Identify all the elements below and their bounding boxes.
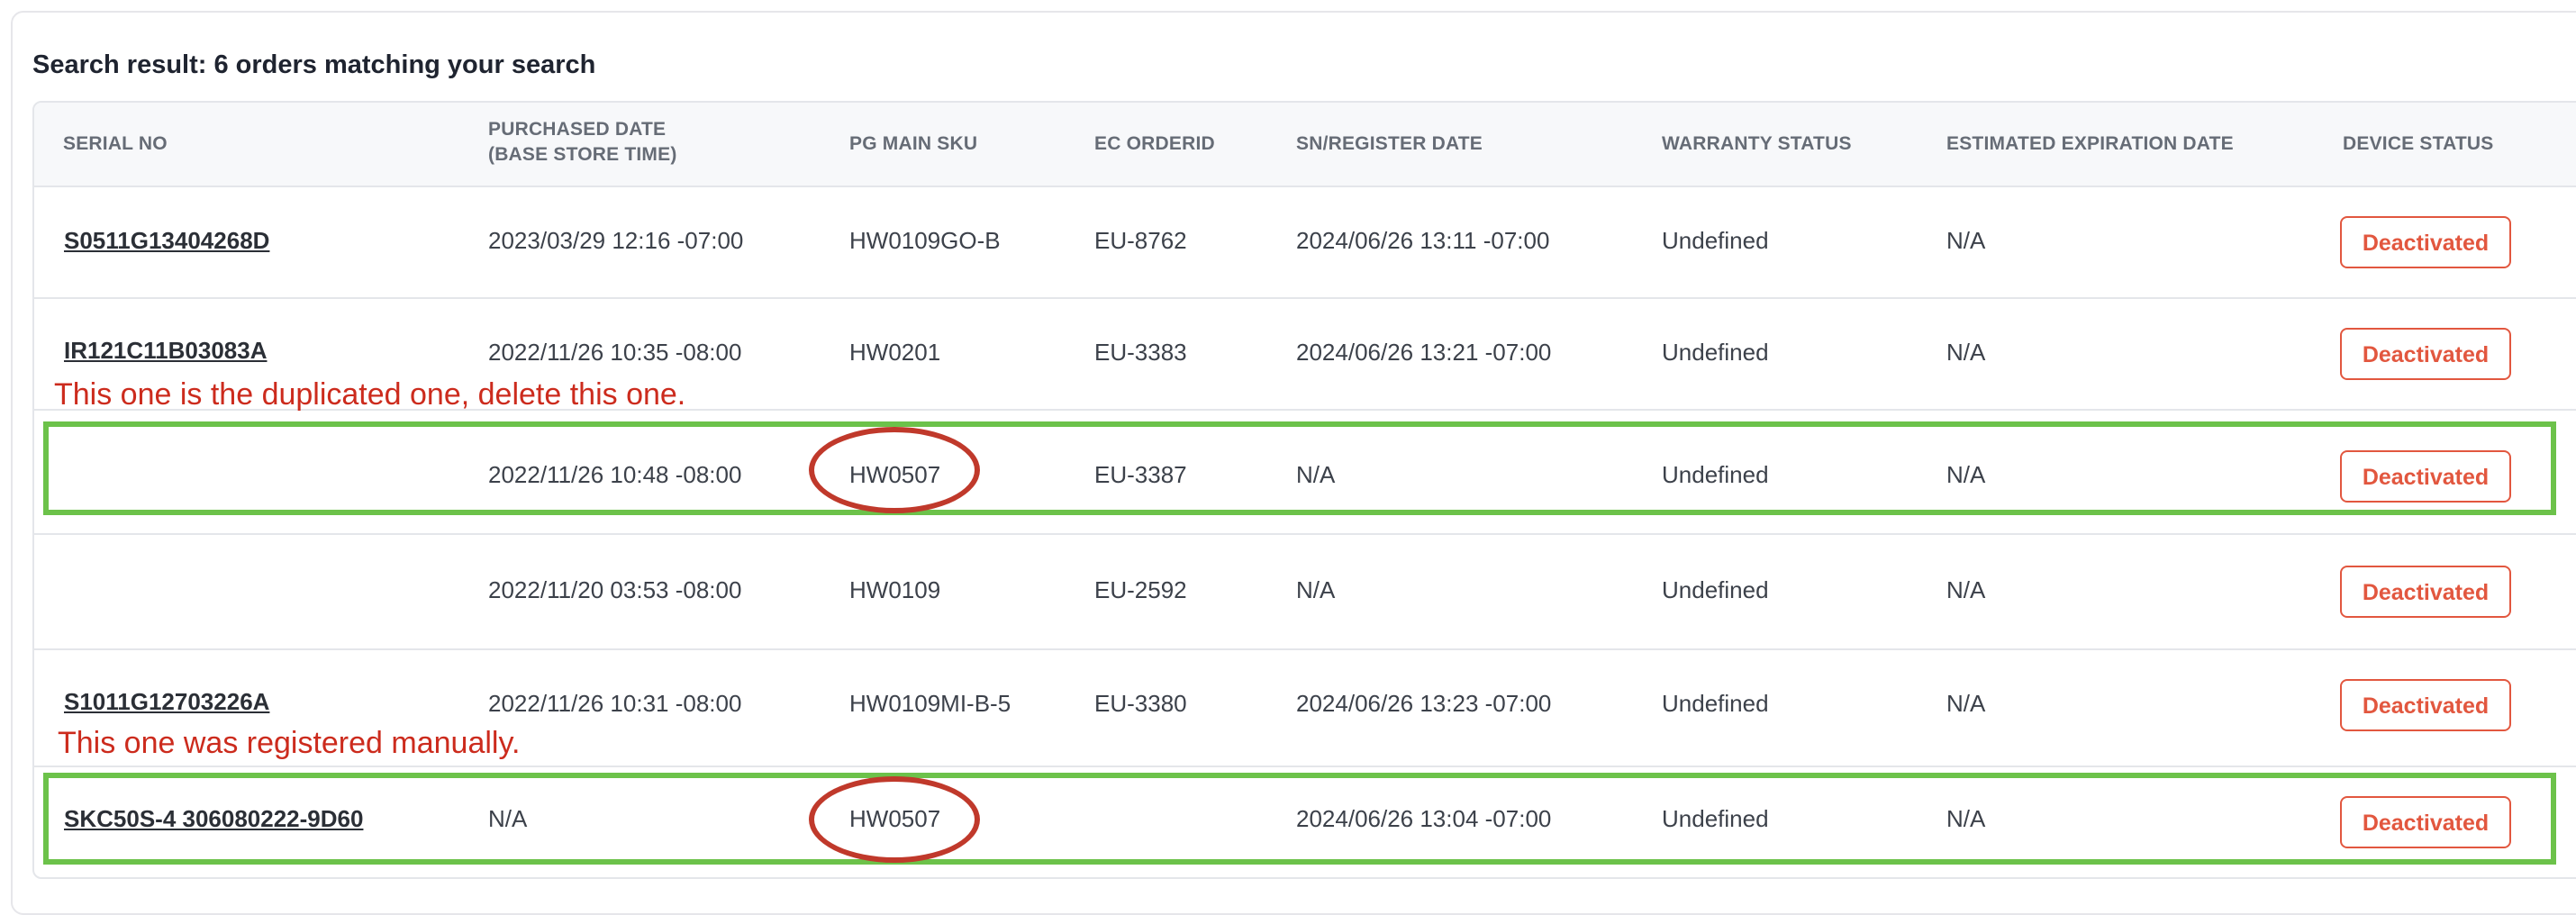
manual-row-highlight <box>43 773 2556 865</box>
register-date: 2024/06/26 13:23 -07:00 <box>1296 690 1552 717</box>
purchased-date: 2023/03/29 12:16 -07:00 <box>488 227 744 254</box>
main-sku: HW0201 <box>849 339 941 366</box>
expiration-date: N/A <box>1946 339 1986 366</box>
table-row: S0511G13404268D 2023/03/29 12:16 -07:00 … <box>34 187 2576 299</box>
serial-no-link[interactable]: IR121C11B03083A <box>64 337 268 365</box>
col-header-device-status: DEVICE STATUS <box>2343 133 2494 154</box>
main-sku: HW0109 <box>849 576 941 603</box>
col-header-main-sku: PG MAIN SKU <box>849 133 978 154</box>
expiration-date: N/A <box>1946 576 1986 603</box>
device-status-button[interactable]: Deactivated <box>2340 328 2511 380</box>
warranty-status: Undefined <box>1662 576 1769 603</box>
device-status-button[interactable]: Deactivated <box>2340 566 2511 618</box>
purchased-date: 2022/11/26 10:35 -08:00 <box>488 339 742 366</box>
warranty-status: Undefined <box>1662 339 1769 366</box>
ec-order-id: EU-3380 <box>1094 690 1187 717</box>
col-header-expiration-date: ESTIMATED EXPIRATION DATE <box>1946 133 2234 154</box>
col-header-purchased-date: PURCHASED DATE (BASE STORE TIME) <box>488 119 677 165</box>
table-row: 2022/11/20 03:53 -08:00 HW0109 EU-2592 N… <box>34 535 2576 650</box>
ec-order-id: EU-2592 <box>1094 576 1187 603</box>
duplicate-row-highlight <box>43 421 2556 515</box>
purchased-date: 2022/11/20 03:53 -08:00 <box>488 576 742 603</box>
purchased-date: 2022/11/26 10:31 -08:00 <box>488 690 742 717</box>
sku-circle-annotation <box>809 427 980 513</box>
sku-circle-annotation <box>809 776 980 863</box>
register-date: N/A <box>1296 576 1336 603</box>
col-header-warranty-status: WARRANTY STATUS <box>1662 133 1852 154</box>
warranty-status: Undefined <box>1662 690 1769 717</box>
serial-no-link[interactable]: S0511G13404268D <box>64 227 269 255</box>
ec-order-id: EU-3383 <box>1094 339 1187 366</box>
warranty-status: Undefined <box>1662 227 1769 254</box>
device-status-button[interactable]: Deactivated <box>2340 679 2511 731</box>
main-sku: HW0109MI-B-5 <box>849 690 1011 717</box>
duplicate-annotation: This one is the duplicated one, delete t… <box>54 377 686 412</box>
device-status-button[interactable]: Deactivated <box>2340 216 2511 268</box>
table-header: SERIAL NO PURCHASED DATE (BASE STORE TIM… <box>34 103 2576 187</box>
main-sku: HW0109GO-B <box>849 227 1001 254</box>
register-date: 2024/06/26 13:21 -07:00 <box>1296 339 1552 366</box>
register-date: 2024/06/26 13:11 -07:00 <box>1296 227 1550 254</box>
col-header-serial-no: SERIAL NO <box>63 133 168 154</box>
ec-order-id: EU-8762 <box>1094 227 1187 254</box>
result-title: Search result: 6 orders matching your se… <box>32 50 596 79</box>
expiration-date: N/A <box>1946 690 1986 717</box>
col-header-ec-order-id: EC ORDERID <box>1094 133 1215 154</box>
col-header-register-date: SN/REGISTER DATE <box>1296 133 1483 154</box>
expiration-date: N/A <box>1946 227 1986 254</box>
manual-registration-annotation: This one was registered manually. <box>58 726 521 760</box>
serial-no-link[interactable]: S1011G12703226A <box>64 688 269 716</box>
